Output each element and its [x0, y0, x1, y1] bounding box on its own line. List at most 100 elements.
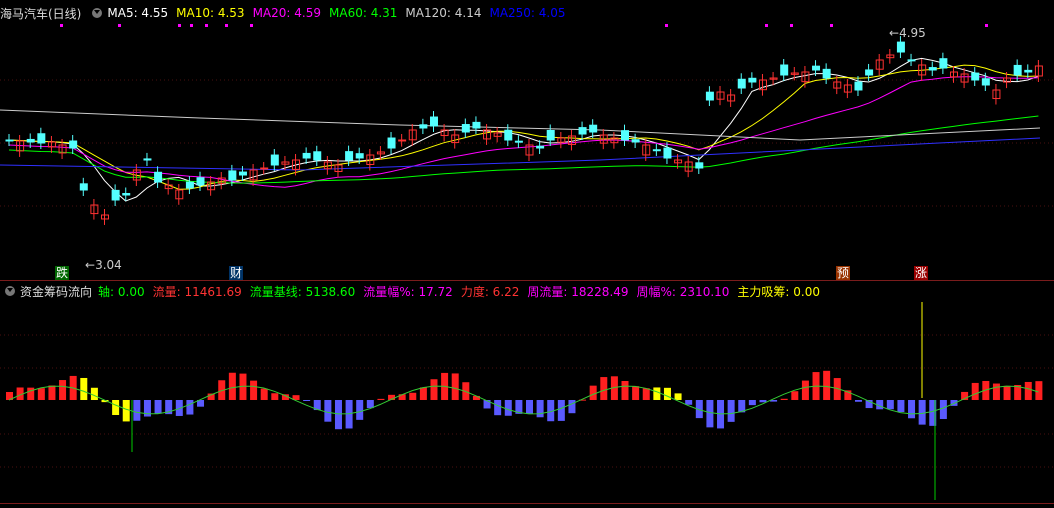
candle-body: [313, 151, 322, 161]
low-price-marker: ←3.04: [85, 258, 122, 272]
flow-bar: [780, 398, 788, 400]
ma10-line: [8, 64, 1039, 190]
candle-body: [546, 129, 555, 141]
candle-body: [896, 41, 905, 53]
flow-bar: [536, 400, 544, 418]
signal-dot: [830, 24, 833, 27]
flow-bar: [90, 387, 98, 400]
candle-body: [695, 162, 704, 169]
candle-body: [1013, 64, 1022, 76]
flow-bar: [526, 400, 533, 414]
candle-body: [387, 137, 396, 149]
flow-bar: [59, 380, 67, 400]
flow-bar: [685, 400, 693, 405]
candle-body: [822, 68, 831, 79]
signal-dot: [225, 24, 228, 27]
signal-dot: [790, 24, 793, 27]
flow-bar: [409, 392, 417, 400]
candle-body: [705, 91, 714, 101]
candle-body: [5, 139, 14, 142]
flow-bar: [632, 386, 640, 400]
candle-body: [270, 154, 279, 166]
candle-body: [111, 189, 120, 201]
ma5-line: [8, 57, 1039, 202]
flow-bar: [324, 400, 332, 422]
candle-body: [907, 59, 916, 62]
flow-bar: [621, 381, 629, 400]
flow-bar: [112, 400, 120, 416]
candle-body: [748, 77, 757, 83]
flow-bar: [504, 400, 512, 416]
flow-bar: [748, 400, 756, 406]
flow-bar: [377, 398, 385, 400]
candle-body: [939, 58, 948, 69]
candle-body: [398, 139, 407, 142]
signal-dot: [60, 24, 63, 27]
tag-drop[interactable]: 跌: [55, 266, 70, 280]
flow-bar: [992, 383, 1000, 400]
flow-bar: [918, 400, 926, 425]
candle-body: [812, 65, 821, 71]
flow-bar: [271, 393, 279, 400]
candle-body: [981, 78, 990, 86]
candle-body: [429, 116, 438, 127]
flow-bar: [366, 400, 374, 409]
flow-bar: [228, 372, 236, 400]
tag-rise[interactable]: 涨: [914, 266, 929, 280]
candle-body: [536, 145, 545, 149]
high-price-marker: ←4.95: [889, 26, 926, 40]
candle-body: [631, 139, 640, 143]
candle-body: [419, 124, 428, 129]
flow-bar: [727, 400, 735, 422]
candle-body: [355, 153, 364, 159]
flow-bar: [133, 400, 141, 421]
flow-bar: [1024, 381, 1032, 400]
flow-bar: [854, 400, 862, 402]
flow-bar: [642, 388, 650, 400]
flow-bar: [356, 400, 364, 420]
candle-body: [514, 140, 523, 143]
flow-bar: [1035, 381, 1043, 400]
candle-body: [238, 171, 247, 176]
flow-bar: [908, 400, 916, 419]
candle-body: [971, 72, 980, 81]
signal-dot: [985, 24, 988, 27]
signal-dot: [178, 24, 181, 27]
candle-body: [928, 67, 937, 71]
flow-bar: [653, 387, 661, 400]
flow-bar: [791, 391, 799, 400]
flow-bar: [186, 400, 194, 415]
flow-bar: [419, 387, 427, 400]
candle-body: [302, 152, 311, 159]
candle-body: [26, 138, 35, 143]
flow-bar: [80, 377, 88, 400]
flow-bar: [48, 385, 56, 400]
candle-body: [737, 78, 746, 89]
candle-body: [589, 124, 598, 133]
tag-finance[interactable]: 财: [229, 266, 244, 280]
candle-body: [663, 147, 672, 159]
flow-bar: [1003, 385, 1011, 400]
tag-forecast[interactable]: 预: [836, 266, 851, 280]
flow-bar: [250, 380, 258, 400]
kline-chart[interactable]: [0, 0, 1054, 508]
flow-bar: [37, 388, 45, 400]
candle-body: [37, 133, 46, 144]
flow-bar: [886, 400, 894, 410]
candle-body: [79, 183, 88, 191]
flow-bar: [674, 393, 682, 400]
flow-bar: [939, 400, 947, 420]
flow-bar: [600, 377, 608, 400]
ma20-line: [8, 76, 1039, 188]
flow-bar: [823, 370, 831, 400]
flow-bar: [589, 385, 597, 400]
candle-body: [854, 81, 863, 91]
signal-dot: [665, 24, 668, 27]
candle-body: [228, 170, 237, 181]
flow-bar: [122, 400, 130, 422]
flow-bar: [334, 400, 342, 430]
candle-body: [472, 121, 481, 129]
flow-bar: [759, 400, 767, 403]
candle-body: [578, 127, 587, 135]
candle-body: [260, 167, 269, 170]
